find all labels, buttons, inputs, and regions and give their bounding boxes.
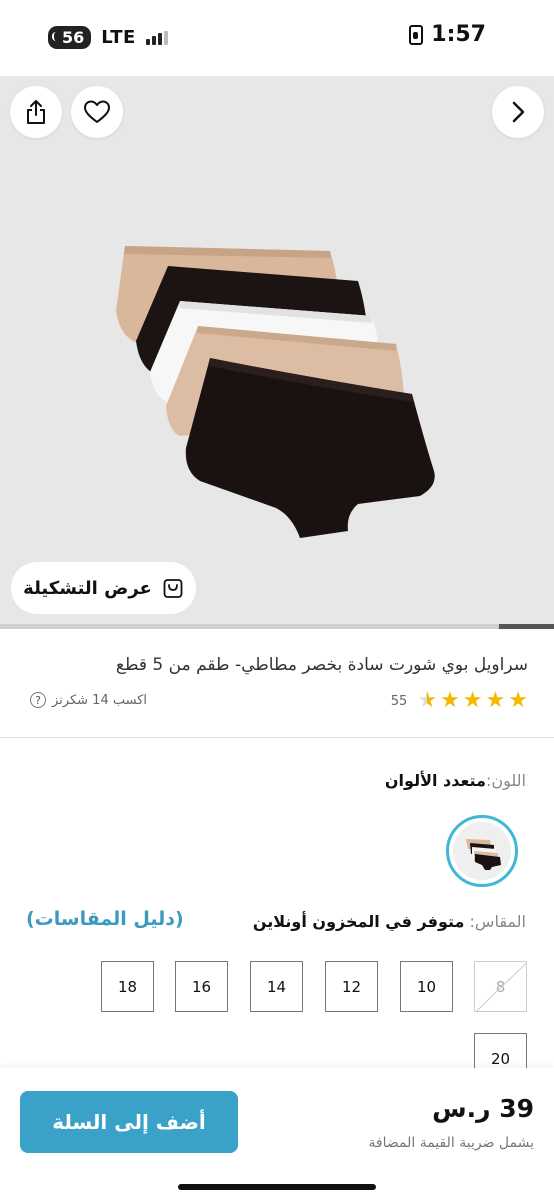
product-rating[interactable]: ★ ★ ★ ★ ★ 55 bbox=[391, 690, 528, 712]
product-price: 39 ر.س bbox=[432, 1094, 534, 1123]
share-button[interactable] bbox=[10, 86, 62, 138]
image-carousel-progress bbox=[0, 624, 554, 629]
size-guide-link[interactable]: (دليل المقاسات) bbox=[26, 908, 184, 930]
wishlist-button[interactable] bbox=[71, 86, 123, 138]
size-label: المقاس: bbox=[469, 912, 526, 931]
size-option-10[interactable]: 10 bbox=[400, 961, 453, 1012]
swatch-thumbnail bbox=[466, 839, 501, 870]
earn-points-text: اكسب 14 شكرنز bbox=[52, 692, 148, 708]
sim-icon bbox=[409, 24, 424, 45]
size-availability: متوفر في المخزون أونلاين bbox=[252, 912, 465, 931]
rating-count: 55 bbox=[390, 693, 408, 709]
image-carousel-progress-fill bbox=[498, 624, 554, 629]
size-selection-label: المقاس: متوفر في المخزون أونلاين bbox=[253, 912, 526, 931]
color-selection-label: اللون:متعدد الألوان bbox=[385, 771, 526, 790]
share-icon bbox=[27, 100, 45, 124]
rating-stars: ★ ★ ★ ★ ★ bbox=[417, 690, 528, 712]
chevron-right-icon bbox=[512, 101, 525, 123]
next-image-button[interactable] bbox=[492, 86, 544, 138]
shopping-bag-icon bbox=[163, 579, 183, 598]
star-full-icon: ★ bbox=[508, 688, 528, 713]
size-option-8: 8 bbox=[474, 961, 527, 1012]
clock: 1:57 bbox=[431, 22, 486, 47]
size-option-16[interactable]: 16 bbox=[175, 961, 228, 1012]
color-label: اللون: bbox=[485, 771, 526, 790]
view-collection-button[interactable]: عرض التشكيلة bbox=[11, 562, 196, 614]
bottom-purchase-bar: أضف إلى السلة 39 ر.س يشمل ضريبة القيمة ا… bbox=[0, 1068, 554, 1200]
help-icon[interactable]: ? bbox=[30, 692, 46, 708]
product-image-gallery[interactable]: عرض التشكيلة bbox=[0, 76, 554, 626]
status-bar: 56 LTE 1:57 bbox=[0, 0, 554, 76]
home-indicator[interactable] bbox=[178, 1184, 376, 1190]
star-half-icon: ★ bbox=[417, 688, 438, 713]
size-option-18[interactable]: 18 bbox=[101, 961, 154, 1012]
add-to-cart-button[interactable]: أضف إلى السلة bbox=[20, 1091, 238, 1153]
size-option-14[interactable]: 14 bbox=[250, 961, 303, 1012]
network-type: LTE bbox=[101, 27, 136, 48]
earn-points[interactable]: ? اكسب 14 شكرنز bbox=[30, 692, 147, 708]
size-option-12[interactable]: 12 bbox=[325, 961, 378, 1012]
heart-icon bbox=[84, 100, 110, 123]
star-full-icon: ★ bbox=[462, 688, 483, 713]
product-image bbox=[116, 246, 435, 538]
view-collection-label: عرض التشكيلة bbox=[23, 577, 152, 599]
section-divider bbox=[0, 737, 554, 738]
color-value: متعدد الألوان bbox=[384, 771, 486, 790]
product-title: سراويل بوي شورت سادة بخصر مطاطي- طقم من … bbox=[115, 655, 528, 675]
signal-bars-icon bbox=[145, 30, 168, 45]
color-swatch-selected[interactable] bbox=[446, 815, 518, 887]
signal-badge: 56 bbox=[48, 26, 92, 49]
vat-note: يشمل ضريبة القيمة المضافة bbox=[368, 1135, 534, 1151]
star-full-icon: ★ bbox=[485, 688, 506, 713]
star-full-icon: ★ bbox=[440, 688, 460, 713]
